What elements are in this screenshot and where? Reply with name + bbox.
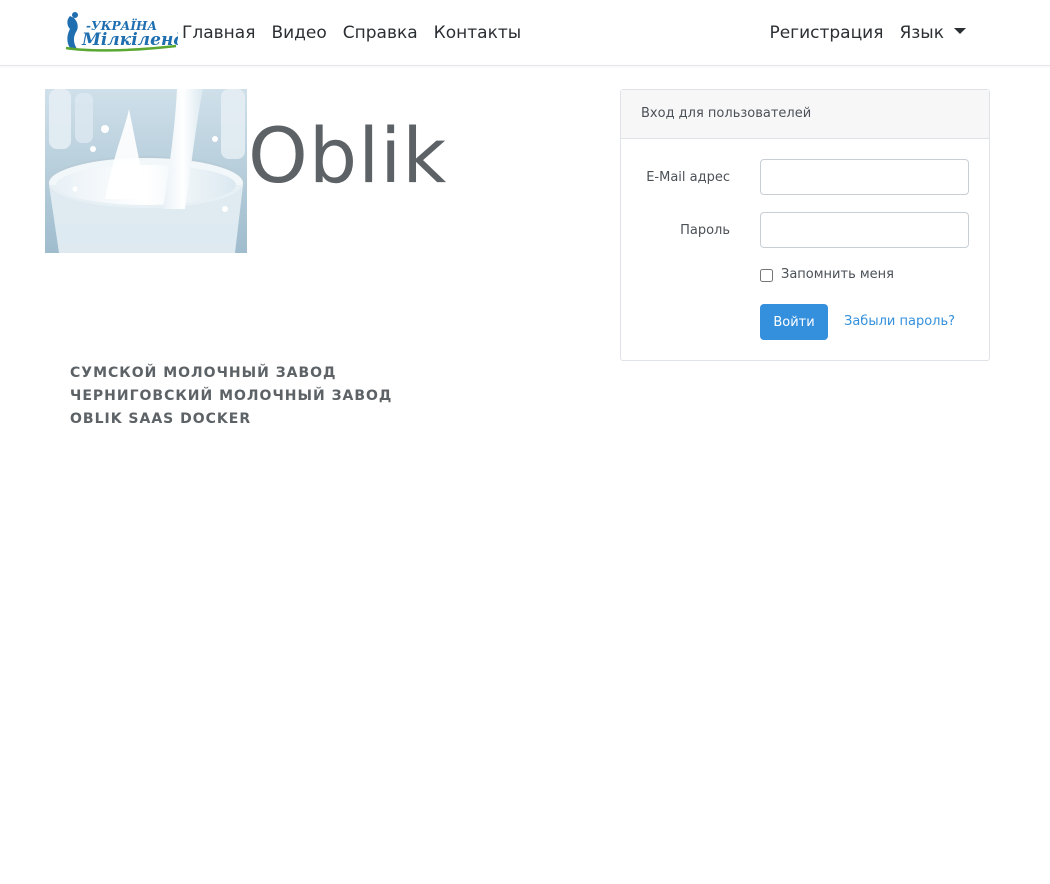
remember-me-label[interactable]: Запомнить меня <box>781 267 894 282</box>
nav-item-home[interactable]: Главная <box>182 21 263 45</box>
login-card-header: Вход для пользователей <box>621 90 989 139</box>
milk-glass-image <box>45 89 247 253</box>
plant-link-chernihiv[interactable]: Черниговский молочный завод <box>70 385 392 408</box>
password-label: Пароль <box>680 223 730 238</box>
nav-item-video[interactable]: Видео <box>263 21 334 45</box>
password-field[interactable] <box>760 212 969 248</box>
top-navbar: -УКРАЇНА Мілкіленд Главная Видео Справка… <box>0 0 1050 66</box>
email-label: E-Mail адрес <box>646 170 730 185</box>
caret-down-icon <box>954 28 966 34</box>
login-button[interactable]: Войти <box>760 304 828 340</box>
plant-list: Сумской молочный завод Черниговский моло… <box>70 362 392 431</box>
app-title: Oblik <box>248 111 448 200</box>
language-label: Язык <box>899 23 944 43</box>
logo-text-main: Мілкіленд <box>81 30 178 50</box>
language-dropdown[interactable]: Язык <box>891 21 974 45</box>
nav-item-help[interactable]: Справка <box>335 21 426 45</box>
email-field[interactable] <box>760 159 969 195</box>
login-card: Вход для пользователей E-Mail адрес Паро… <box>620 89 990 361</box>
nav-item-contacts[interactable]: Контакты <box>426 21 530 45</box>
nav-right: Регистрация Язык <box>761 21 974 45</box>
brand-logo[interactable]: -УКРАЇНА Мілкіленд <box>64 10 178 54</box>
register-link[interactable]: Регистрация <box>761 21 891 45</box>
main-nav: Главная Видео Справка Контакты <box>182 21 529 45</box>
plant-link-sumy[interactable]: Сумской молочный завод <box>70 362 392 385</box>
milkiland-logo-icon: -УКРАЇНА Мілкіленд <box>65 12 178 52</box>
forgot-password-link[interactable]: Забыли пароль? <box>844 314 955 329</box>
plant-link-saas-docker[interactable]: Oblik SaaS Docker <box>70 408 392 431</box>
remember-me-checkbox[interactable] <box>760 269 773 282</box>
